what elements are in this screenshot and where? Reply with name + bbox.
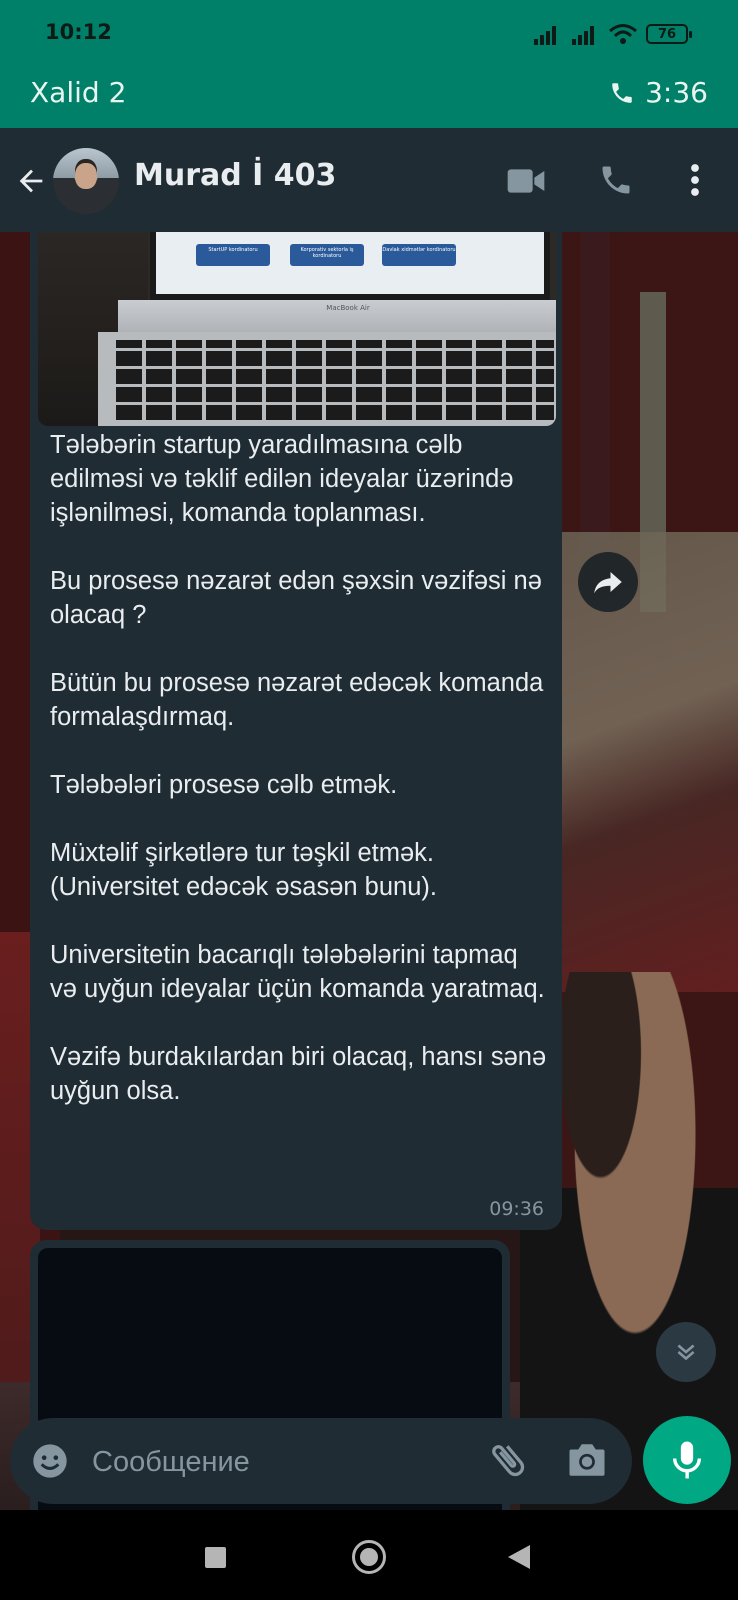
scroll-to-bottom-button[interactable] bbox=[656, 1322, 716, 1382]
call-duration-group: 3:36 bbox=[609, 76, 708, 109]
home-button[interactable] bbox=[352, 1540, 386, 1574]
chevron-double-down-icon bbox=[677, 1344, 695, 1361]
contact-name[interactable]: Murad İ 403 bbox=[134, 158, 336, 193]
back-arrow-icon[interactable] bbox=[14, 164, 48, 198]
avatar[interactable] bbox=[53, 148, 119, 214]
wallpaper-detail bbox=[580, 232, 610, 552]
screen-button: Davlak xidmətlər kordinatoru bbox=[382, 244, 456, 266]
recents-button[interactable] bbox=[205, 1547, 226, 1568]
battery-indicator: 76 bbox=[646, 24, 692, 44]
status-bar: 10:12 76 bbox=[0, 0, 738, 66]
message-bubble[interactable]: StartUP kordinatoru Korporativ sektorla … bbox=[30, 232, 562, 1230]
signal-icon bbox=[534, 26, 556, 45]
signal-icon bbox=[572, 26, 594, 45]
screen-button: StartUP kordinatoru bbox=[196, 244, 270, 266]
ongoing-call-banner[interactable]: Xalid 2 3:36 bbox=[0, 66, 738, 128]
chat-area[interactable]: StartUP kordinatoru Korporativ sektorla … bbox=[0, 232, 738, 1510]
laptop-keyboard bbox=[98, 332, 556, 426]
mic-icon bbox=[673, 1441, 701, 1479]
voice-call-icon[interactable] bbox=[598, 162, 634, 198]
voice-message-button[interactable] bbox=[643, 1416, 731, 1504]
forward-button[interactable] bbox=[578, 552, 638, 612]
laptop-brand: MacBook Air bbox=[326, 304, 370, 312]
chat-header: Murad İ 403 bbox=[0, 128, 738, 232]
camera-icon[interactable] bbox=[566, 1440, 608, 1480]
more-vert-icon[interactable] bbox=[686, 162, 704, 198]
wifi-icon bbox=[609, 24, 637, 44]
attach-icon[interactable] bbox=[486, 1438, 530, 1482]
emoji-icon[interactable] bbox=[30, 1441, 70, 1481]
message-composer bbox=[10, 1418, 632, 1504]
forward-icon bbox=[594, 572, 622, 594]
phone-icon bbox=[612, 82, 632, 103]
status-icons: 76 bbox=[532, 22, 692, 46]
message-input[interactable] bbox=[90, 1436, 474, 1488]
message-text: Tələbərin startup yaradılmasına cəlb edi… bbox=[50, 431, 547, 1105]
call-contact-name: Xalid 2 bbox=[30, 76, 127, 109]
system-back-button[interactable] bbox=[508, 1545, 530, 1569]
screen-button: Korporativ sektorla iş kordinatoru bbox=[290, 244, 364, 266]
battery-level: 76 bbox=[657, 26, 677, 42]
status-time: 10:12 bbox=[45, 20, 112, 44]
keyboard-keys bbox=[116, 340, 554, 420]
call-duration: 3:36 bbox=[645, 76, 708, 109]
message-time: 09:36 bbox=[489, 1198, 544, 1220]
laptop-screen: StartUP kordinatoru Korporativ sektorla … bbox=[150, 232, 550, 300]
message-image[interactable]: StartUP kordinatoru Korporativ sektorla … bbox=[38, 232, 556, 426]
video-call-icon[interactable] bbox=[506, 166, 546, 196]
